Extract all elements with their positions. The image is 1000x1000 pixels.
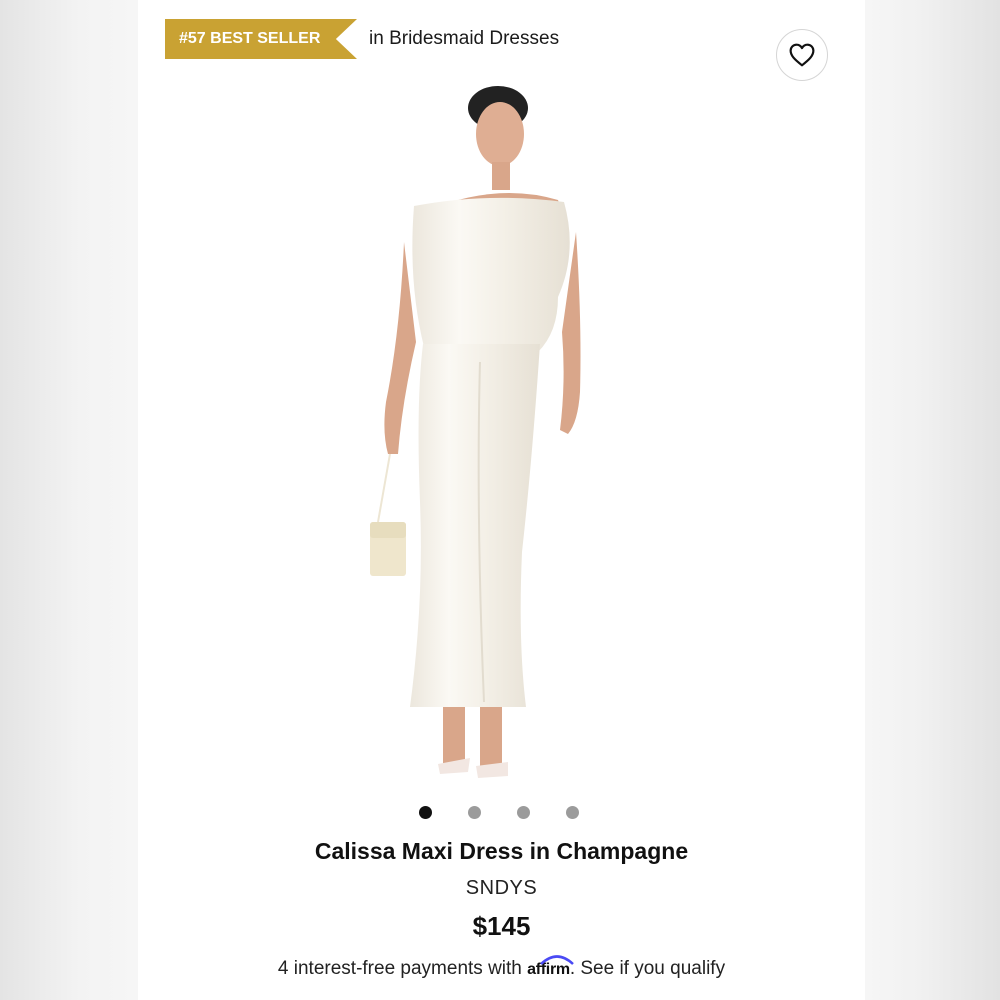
carousel-dot-3[interactable] <box>517 806 530 819</box>
product-price: $145 <box>472 911 531 941</box>
carousel-dot-1[interactable] <box>419 806 432 819</box>
affirm-arc-icon <box>540 955 575 965</box>
carousel-dot-2[interactable] <box>468 806 481 819</box>
carousel-dot-4[interactable] <box>566 806 579 819</box>
best-seller-label: #57 BEST SELLER <box>179 30 321 47</box>
qualify-link[interactable]: . See if you qualify <box>570 958 725 979</box>
financing-message: 4 interest-free payments with affirm. Se… <box>138 955 865 980</box>
product-brand[interactable]: SNDYS <box>138 877 865 900</box>
category-link[interactable]: in Bridesmaid Dresses <box>369 28 559 50</box>
favorite-button[interactable] <box>776 29 828 81</box>
best-seller-badge-row: #57 BEST SELLER in Bridesmaid Dresses <box>165 19 559 59</box>
carousel-dots <box>419 806 579 819</box>
heart-icon <box>789 43 815 67</box>
financing-text: 4 interest-free payments with <box>277 958 522 979</box>
product-title: Calissa Maxi Dress in Champagne <box>314 838 689 864</box>
product-image[interactable] <box>368 82 628 792</box>
affirm-logo: affirm <box>527 955 575 978</box>
best-seller-ribbon: #57 BEST SELLER <box>165 19 357 59</box>
product-card: #57 BEST SELLER in Bridesmaid Dresses Ca… <box>138 0 865 1000</box>
